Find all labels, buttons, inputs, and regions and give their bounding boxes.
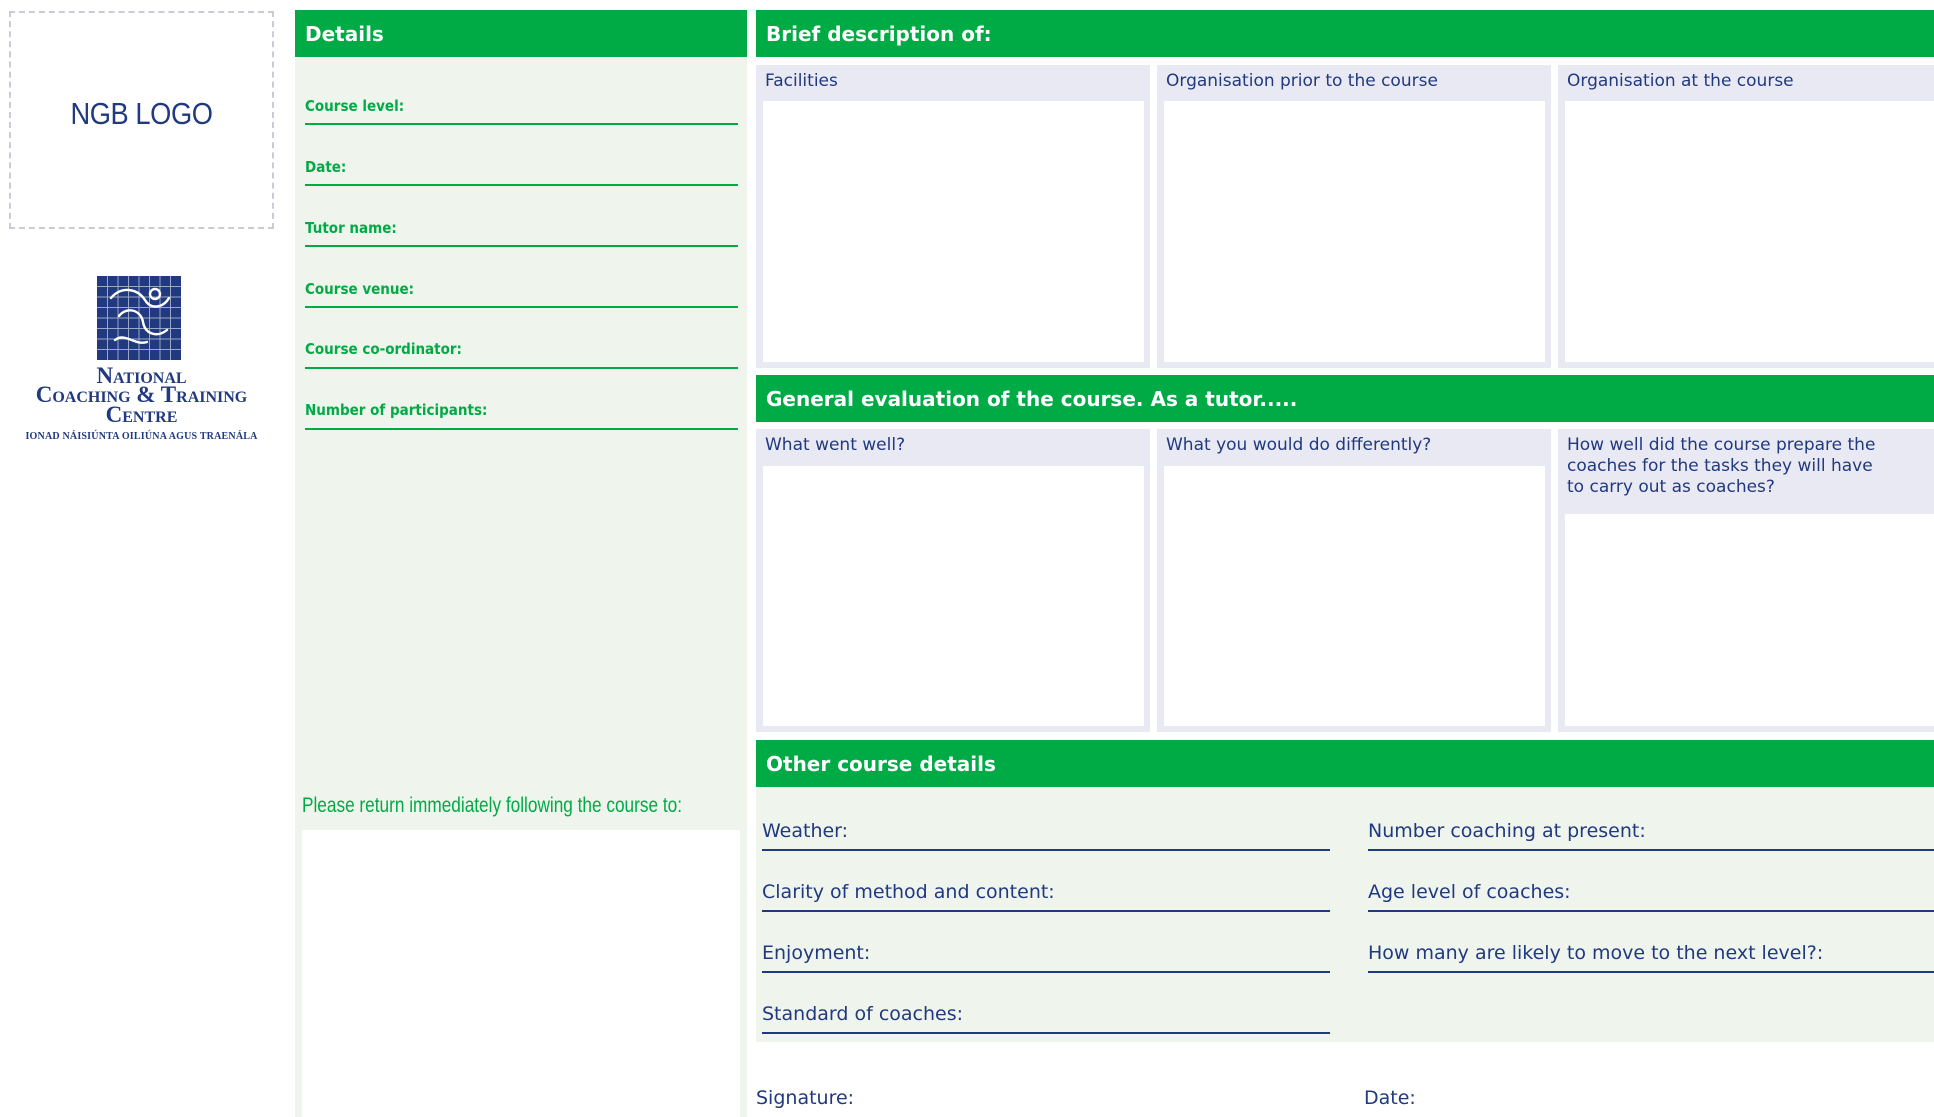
org-prior-panel: Organisation prior to the course: [1157, 65, 1551, 368]
course-level-label: Course level:: [305, 97, 405, 115]
brief-description-header-text: Brief description of:: [766, 21, 992, 46]
other-details-header: Other course details: [756, 740, 1934, 787]
weather-field[interactable]: [762, 849, 1330, 851]
org-at-panel: Organisation at the course: [1558, 65, 1934, 368]
org-at-textbox[interactable]: [1565, 101, 1934, 362]
return-note: Please return immediately following the …: [302, 794, 682, 817]
evaluation-header-text: General evaluation of the course. As a t…: [766, 386, 1298, 411]
standard-field[interactable]: [762, 1032, 1330, 1034]
course-coordinator-label: Course co-ordinator:: [305, 340, 462, 358]
facilities-textbox[interactable]: [763, 101, 1144, 362]
details-header-text: Details: [305, 21, 384, 46]
preparation-title: How well did the course prepare the coac…: [1567, 435, 1876, 497]
org-at-title: Organisation at the course: [1567, 71, 1794, 91]
signature-label: Signature:: [756, 1087, 855, 1109]
ngb-logo-text: NGB LOGO: [70, 96, 213, 131]
clarity-label: Clarity of method and content:: [762, 881, 1055, 903]
age-level-field[interactable]: [1368, 910, 1934, 912]
participants-label: Number of participants:: [305, 401, 488, 419]
enjoyment-field[interactable]: [762, 971, 1330, 973]
course-venue-field[interactable]: [305, 306, 738, 308]
tutor-name-field[interactable]: [305, 245, 738, 247]
age-level-label: Age level of coaches:: [1368, 881, 1571, 903]
org-prior-title: Organisation prior to the course: [1166, 71, 1438, 91]
brief-description-header: Brief description of:: [756, 10, 1934, 57]
went-well-title: What went well?: [765, 435, 906, 455]
facilities-panel: Facilities: [756, 65, 1150, 368]
standard-label: Standard of coaches:: [762, 1003, 964, 1025]
nctc-logo-icon: [97, 276, 181, 360]
number-coaching-field[interactable]: [1368, 849, 1934, 851]
differently-textbox[interactable]: [1164, 466, 1545, 726]
next-level-field[interactable]: [1368, 971, 1934, 973]
went-well-textbox[interactable]: [763, 466, 1144, 726]
details-header: Details: [295, 10, 747, 57]
footer-date-label: Date:: [1364, 1087, 1416, 1109]
nctc-name-line3: Centre: [105, 402, 178, 427]
preparation-panel: How well did the course prepare the coac…: [1558, 429, 1934, 732]
evaluation-header: General evaluation of the course. As a t…: [756, 375, 1934, 422]
nctc-irish-name: IONAD NÁISIÚNTA OILIÚNA AGUS TRAENÁLA: [25, 431, 258, 442]
date-label: Date:: [305, 158, 347, 176]
differently-panel: What you would do differently?: [1157, 429, 1551, 732]
course-coordinator-field[interactable]: [305, 367, 738, 369]
tutor-name-label: Tutor name:: [305, 219, 397, 237]
went-well-panel: What went well?: [756, 429, 1150, 732]
facilities-title: Facilities: [765, 71, 838, 91]
clarity-field[interactable]: [762, 910, 1330, 912]
enjoyment-label: Enjoyment:: [762, 942, 871, 964]
org-prior-textbox[interactable]: [1164, 101, 1545, 362]
preparation-textbox[interactable]: [1565, 514, 1934, 726]
next-level-label: How many are likely to move to the next …: [1368, 942, 1824, 964]
return-address-box[interactable]: [302, 830, 740, 1117]
other-details-header-text: Other course details: [766, 751, 996, 776]
date-field[interactable]: [305, 184, 738, 186]
course-venue-label: Course venue:: [305, 280, 415, 298]
course-level-field[interactable]: [305, 123, 738, 125]
weather-label: Weather:: [762, 820, 849, 842]
number-coaching-label: Number coaching at present:: [1368, 820, 1646, 842]
participants-field[interactable]: [305, 428, 738, 430]
differently-title: What you would do differently?: [1166, 435, 1432, 455]
